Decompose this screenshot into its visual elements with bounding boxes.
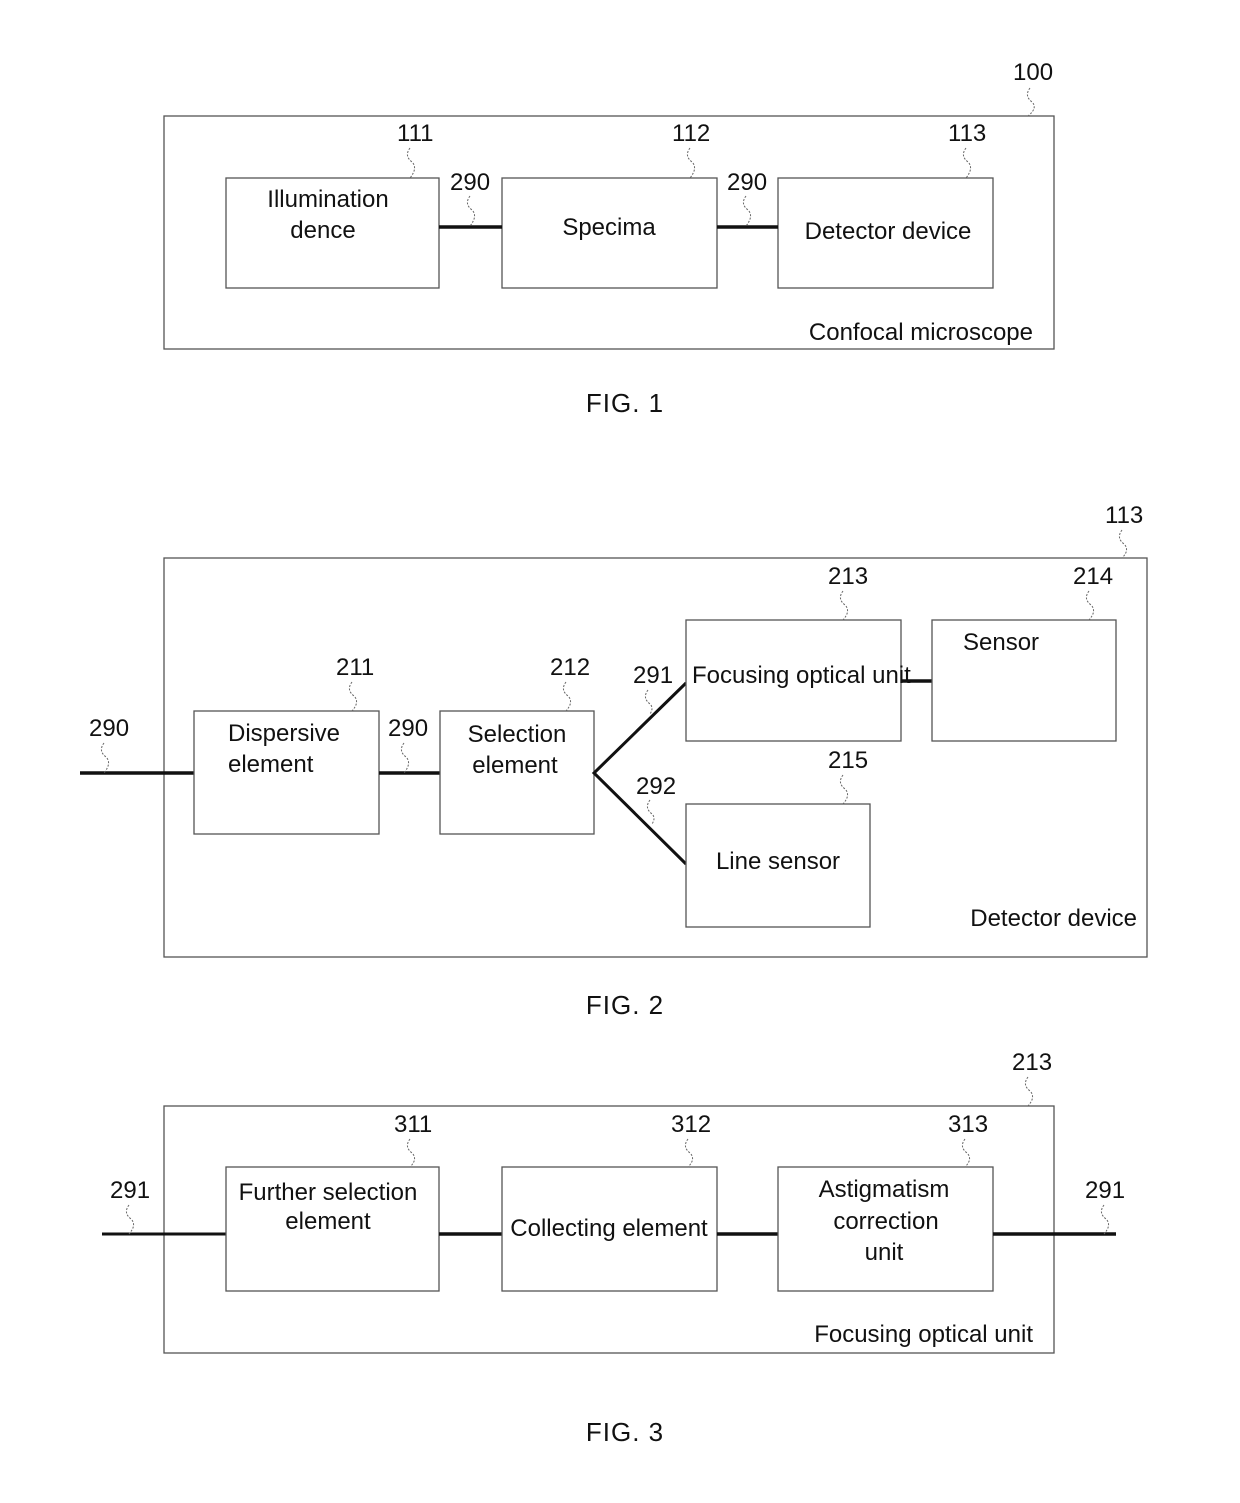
ref-290: 290 [727,169,767,196]
figure-1: 100 Confocal microscope 111 Illumination… [163,59,1055,418]
block-label-line: correction [833,1208,938,1235]
block-label-line: Further selection [239,1179,418,1206]
leader-313 [961,1138,971,1168]
leader-290 [742,195,752,227]
patent-drawing-sheet: 100 Confocal microscope 111 Illumination… [80,59,1148,1447]
ref-313: 313 [948,1111,988,1138]
ref-212: 212 [550,654,590,681]
ref-312: 312 [671,1111,711,1138]
leader-212 [562,681,572,712]
leader-113 [962,147,972,179]
ref-292: 292 [636,773,676,800]
block-label-line: dence [290,217,355,244]
block-label-line: element [472,752,558,779]
leader-213 [1024,1076,1034,1107]
leader-111 [406,147,416,179]
leader-291 [1100,1204,1110,1235]
leader-211 [348,681,358,712]
leader-213 [839,590,849,621]
ref-113: 113 [1105,502,1143,529]
block-label-line: Dispersive [228,720,340,747]
leader-112 [686,147,696,179]
leader-290 [466,195,476,227]
ref-290: 290 [89,715,129,742]
ref-311: 311 [394,1111,432,1138]
figure-2: 113 Detector device 290 211 Dispersive e… [80,502,1148,1020]
frame-label-confocal-microscope: Confocal microscope [809,319,1033,346]
ref-214: 214 [1073,563,1113,590]
block-label-line: Collecting element [510,1215,708,1242]
ref-213: 213 [828,563,868,590]
ref-112: 112 [672,120,710,147]
ref-290: 290 [388,715,428,742]
block-label-line: element [228,751,314,778]
block-label-line: Illumination [267,186,388,213]
ref-113: 113 [948,120,986,147]
leader-311 [406,1138,416,1168]
leader-290 [100,742,110,774]
leader-292 [646,799,655,825]
ref-211: 211 [336,654,374,681]
frame-label-focusing-optical-unit: Focusing optical unit [814,1321,1033,1348]
block-label-line: Line sensor [716,848,840,875]
ref-213: 213 [1012,1049,1052,1076]
leader-312 [684,1138,694,1168]
block-label-line: Detector device [805,218,972,245]
ref-291: 291 [1085,1177,1125,1204]
frame-label-detector-device: Detector device [970,905,1137,932]
ref-100: 100 [1013,59,1053,86]
block-label-line: unit [865,1239,904,1266]
figure-caption: FIG. 2 [586,990,664,1020]
figure-caption: FIG. 3 [586,1417,664,1447]
block-label-line: Sensor [963,629,1039,656]
leader-113 [1118,529,1128,559]
block-label-line: Specima [562,214,656,241]
ref-291: 291 [633,662,673,689]
ref-291: 291 [110,1177,150,1204]
block-label-line: Focusing optical unit [692,662,911,689]
block-label-line: element [285,1208,371,1235]
ref-111: 111 [397,120,433,147]
figure-3: 213 Focusing optical unit 291 311 Furthe… [102,1049,1125,1447]
ref-290: 290 [450,169,490,196]
ref-215: 215 [828,747,868,774]
leader-291 [125,1204,135,1235]
figure-caption: FIG. 1 [586,388,664,418]
block-label-line: Selection [468,721,567,748]
block-label-line: Astigmatism [819,1176,950,1203]
leader-214 [1085,590,1095,621]
leader-100 [1026,87,1035,117]
leader-215 [839,774,849,805]
leader-290 [400,742,410,774]
leader-291 [644,689,653,715]
